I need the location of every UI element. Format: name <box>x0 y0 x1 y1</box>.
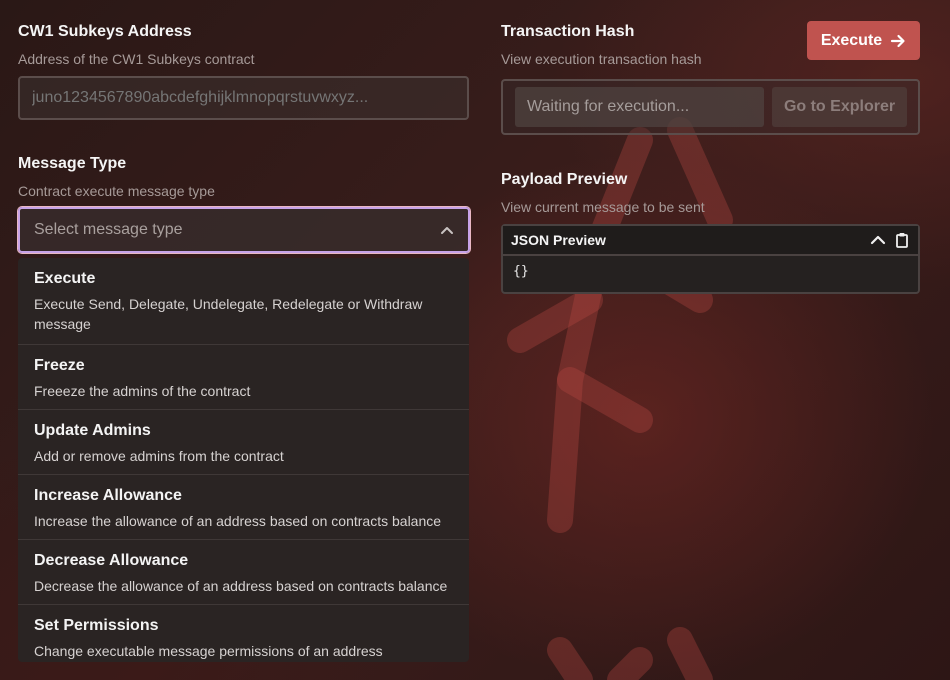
option-title: Freeze <box>34 357 85 374</box>
message-type-placeholder: Select message type <box>34 221 183 238</box>
option-decrease-allowance[interactable]: Decrease Allowance Decrease the allowanc… <box>18 540 469 605</box>
chevron-up-icon[interactable] <box>870 232 886 248</box>
option-title: Set Permissions <box>34 617 159 634</box>
option-update-admins[interactable]: Update Admins Add or remove admins from … <box>18 410 469 475</box>
transaction-hash-box: Waiting for execution... Go to Explorer <box>501 79 920 135</box>
address-input[interactable] <box>18 76 469 120</box>
option-title: Increase Allowance <box>34 487 182 504</box>
option-description: Add or remove admins from the contract <box>34 448 284 464</box>
chevron-up-icon[interactable] <box>440 223 454 237</box>
option-title: Execute <box>34 270 96 287</box>
execute-button-label: Execute <box>820 31 883 49</box>
transaction-hash-label: Transaction Hash <box>501 23 635 40</box>
option-description: Execute Send, Delegate, Undelegate, Rede… <box>34 296 423 332</box>
option-description: Change executable message permissions of… <box>34 643 383 659</box>
option-increase-allowance[interactable]: Increase Allowance Increase the allowanc… <box>18 475 469 540</box>
payload-preview-sublabel: View current message to be sent <box>501 199 705 215</box>
option-description: Decrease the allowance of an address bas… <box>34 578 448 594</box>
transaction-hash-field[interactable]: Waiting for execution... <box>515 87 764 127</box>
option-description: Freeeze the admins of the contract <box>34 383 251 399</box>
message-type-label: Message Type <box>18 155 127 172</box>
option-set-permissions[interactable]: Set Permissions Change executable messag… <box>18 605 469 662</box>
option-freeze[interactable]: Freeze Freeeze the admins of the contrac… <box>18 345 469 410</box>
payload-preview-label: Payload Preview <box>501 171 628 188</box>
address-label: CW1 Subkeys Address <box>18 23 192 40</box>
message-type-dropdown: Execute Execute Send, Delegate, Undelega… <box>18 258 469 662</box>
message-type-sublabel: Contract execute message type <box>18 183 215 199</box>
option-execute[interactable]: Execute Execute Send, Delegate, Undelega… <box>18 258 469 345</box>
message-type-select[interactable]: Select message type <box>18 207 470 253</box>
json-preview-header: JSON Preview <box>503 226 918 256</box>
json-preview-content: {} <box>513 264 529 279</box>
arrow-right-icon <box>891 34 905 47</box>
option-description: Increase the allowance of an address bas… <box>34 513 442 529</box>
clipboard-icon[interactable] <box>894 232 910 248</box>
option-title: Update Admins <box>34 422 151 439</box>
json-preview-panel: JSON Preview {} <box>501 224 920 294</box>
address-sublabel: Address of the CW1 Subkeys contract <box>18 51 255 67</box>
transaction-hash-sublabel: View execution transaction hash <box>501 51 702 67</box>
option-title: Decrease Allowance <box>34 552 189 569</box>
execute-button[interactable]: Execute <box>807 21 920 60</box>
json-preview-title: JSON Preview <box>511 232 606 248</box>
go-to-explorer-button[interactable]: Go to Explorer <box>772 87 907 127</box>
